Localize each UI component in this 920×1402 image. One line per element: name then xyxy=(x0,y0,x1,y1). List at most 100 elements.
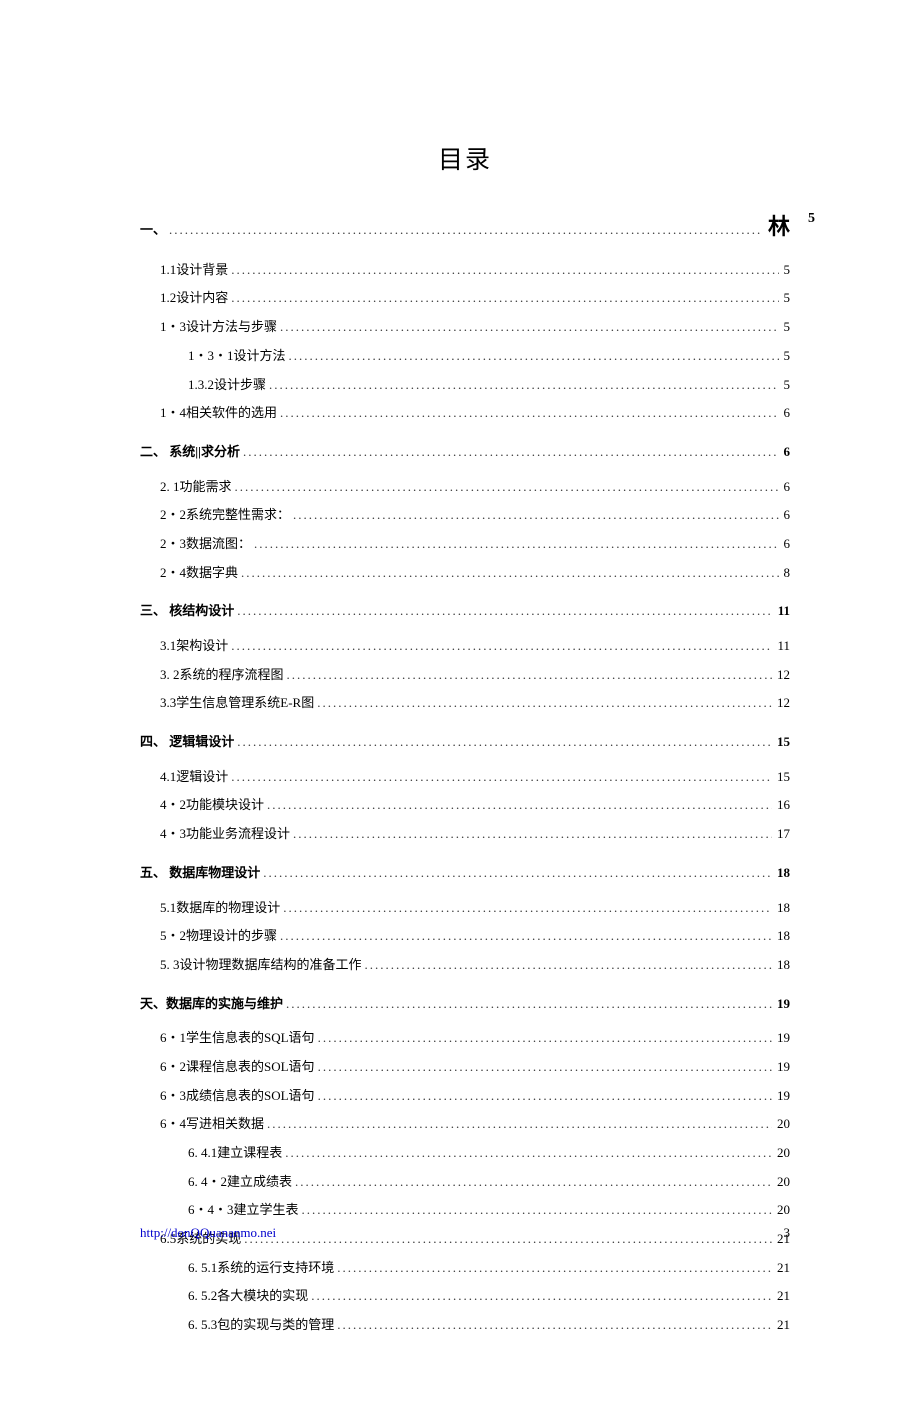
toc-entry: 1.3.2设计步骤 5 xyxy=(140,373,790,398)
toc-entry-label: 五、 数据库物理设计 xyxy=(140,861,260,886)
toc-entry: 2・2系统完整性需求：6 xyxy=(140,503,790,528)
toc-entry-label: 6・4写进相关数据 xyxy=(160,1112,264,1137)
toc-entry-page: 19 xyxy=(775,1055,790,1080)
toc-entry: 6. 4・2建立成绩表 20 xyxy=(140,1170,790,1195)
toc-entry-extra-page: 5 xyxy=(808,206,815,233)
toc-leader-dots xyxy=(289,344,779,369)
toc-leader-dots xyxy=(286,992,772,1017)
toc-leader-dots xyxy=(337,1256,772,1281)
toc-entry-label: 3. 2系统的程序流程图 xyxy=(160,663,284,688)
toc-entry: 1.1设计背景 5 xyxy=(140,258,790,283)
toc-entry-label: 4・2功能模块设计 xyxy=(160,793,264,818)
toc-entry-label: 6・4・3建立学生表 xyxy=(188,1198,299,1223)
toc-entry-page: 11 xyxy=(775,634,790,659)
toc-entry-label: 6. 5.1系统的运行支持环境 xyxy=(188,1256,334,1281)
toc-entry-page: 19 xyxy=(775,1084,790,1109)
toc-entry-label: 天、数据库的实施与维护 xyxy=(140,992,283,1017)
toc-entry: 3.3学生信息管理系统E-R图12 xyxy=(140,691,790,716)
toc-entry-page: 17 xyxy=(775,822,790,847)
toc-leader-dots xyxy=(285,1141,772,1166)
toc-entry-label: 2・4数据字典 xyxy=(160,561,238,586)
toc-entry-label: 6. 4・2建立成绩表 xyxy=(188,1170,292,1195)
toc-entry: 6. 4.1建立课程表20 xyxy=(140,1141,790,1166)
toc-entry-page: 5 xyxy=(782,373,791,398)
toc-entry: 6・2课程信息表的SOL语句19 xyxy=(140,1055,790,1080)
toc-entry: 6. 5.2各大模块的实现21 xyxy=(140,1284,790,1309)
toc-entry: 6. 5.1系统的运行支持环境 21 xyxy=(140,1256,790,1281)
toc-entry: 2・3数据流图： 6 xyxy=(140,532,790,557)
toc-entry-page: 6 xyxy=(782,532,791,557)
toc-entry: 1・3・1设计方法 5 xyxy=(140,344,790,369)
toc-leader-dots xyxy=(280,315,778,340)
toc-entry-page: 21 xyxy=(775,1256,790,1281)
document-page: 目录 一、林51.1设计背景51.2设计内容51・3设计方法与步骤51・3・1设… xyxy=(0,0,920,1402)
toc-entry: 4・2功能模块设计 16 xyxy=(140,793,790,818)
toc-entry-label: 1・3・1设计方法 xyxy=(188,344,286,369)
toc-entry-label: 1.3.2设计步骤 xyxy=(188,373,266,398)
toc-title: 目录 xyxy=(140,140,790,176)
toc-entry-label: 3.3学生信息管理系统E-R图 xyxy=(160,691,314,716)
toc-entry: 5・2物理设计的步骤18 xyxy=(140,924,790,949)
toc-leader-dots xyxy=(235,475,779,500)
toc-entry-page: 18 xyxy=(775,861,790,886)
toc-entry-page: 5 xyxy=(782,258,791,283)
toc-entry-page: 20 xyxy=(775,1198,790,1223)
toc-leader-dots xyxy=(287,663,772,688)
toc-leader-dots xyxy=(283,896,772,921)
toc-entry: 1.2设计内容5 xyxy=(140,286,790,311)
footer-page-number: 3 xyxy=(784,1225,791,1241)
toc-entry-label: 5. 3设计物理数据库结构的准备工作 xyxy=(160,953,362,978)
toc-entry-label: 4・3功能业务流程设计 xyxy=(160,822,290,847)
toc-entry-page: 6 xyxy=(782,401,791,426)
toc-entry: 1・4相关软件的选用6 xyxy=(140,401,790,426)
toc-entry: 6・4写进相关数据20 xyxy=(140,1112,790,1137)
toc-entry-page: 18 xyxy=(775,896,790,921)
footer-link[interactable]: http://donQQuananmo.nei xyxy=(140,1225,276,1241)
toc-entry-page: 16 xyxy=(775,793,790,818)
toc-entry: 一、林5 xyxy=(140,206,790,248)
toc-entry-label: 四、 逻辑辑设计 xyxy=(140,730,234,755)
toc-leader-dots xyxy=(317,691,772,716)
toc-leader-dots xyxy=(337,1313,772,1338)
toc-entry-page: 5 xyxy=(782,344,791,369)
toc-leader-dots xyxy=(302,1198,772,1223)
toc-entry-page: 18 xyxy=(775,953,790,978)
toc-leader-dots xyxy=(231,286,778,311)
toc-leader-dots xyxy=(241,561,778,586)
toc-entry-label: 2・2系统完整性需求： xyxy=(160,503,290,528)
toc-entry-label: 一、 xyxy=(140,218,166,243)
toc-entry: 5.1数据库的物理设计18 xyxy=(140,896,790,921)
toc-entry-label: 2・3数据流图： xyxy=(160,532,251,557)
toc-leader-dots xyxy=(237,730,772,755)
toc-entry: 3.1架构设计11 xyxy=(140,634,790,659)
toc-entry-page: 15 xyxy=(775,730,790,755)
toc-entry: 2・4数据字典8 xyxy=(140,561,790,586)
toc-entry-page: 20 xyxy=(775,1170,790,1195)
toc-entry-page: 19 xyxy=(775,992,790,1017)
toc-leader-dots xyxy=(231,634,772,659)
toc-entry-label: 三、 核结构设计 xyxy=(140,599,234,624)
toc-entry-page: 11 xyxy=(776,599,790,624)
toc-leader-dots xyxy=(231,765,772,790)
toc-leader-dots xyxy=(169,218,761,243)
toc-entry-label: 5・2物理设计的步骤 xyxy=(160,924,277,949)
toc-leader-dots xyxy=(295,1170,772,1195)
toc-entry-page: 6 xyxy=(782,440,791,465)
toc-leader-dots xyxy=(237,599,772,624)
toc-entry: 4・3功能业务流程设计 17 xyxy=(140,822,790,847)
toc-entry-page: 21 xyxy=(775,1313,790,1338)
toc-entry-label: 1・3设计方法与步骤 xyxy=(160,315,277,340)
toc-leader-dots xyxy=(293,822,772,847)
toc-entry-label: 1.1设计背景 xyxy=(160,258,228,283)
toc-entry: 三、 核结构设计 11 xyxy=(140,599,790,624)
toc-entry-page: 15 xyxy=(775,765,790,790)
toc-entry-label: 6・1学生信息表的SQL语句 xyxy=(160,1026,315,1051)
toc-leader-dots xyxy=(365,953,772,978)
toc-entry-label: 4.1逻辑设计 xyxy=(160,765,228,790)
toc-leader-dots xyxy=(267,1112,772,1137)
toc-leader-dots xyxy=(318,1026,772,1051)
toc-entry-label: 6. 4.1建立课程表 xyxy=(188,1141,282,1166)
toc-leader-dots xyxy=(311,1284,772,1309)
toc-entry: 6・4・3建立学生表 20 xyxy=(140,1198,790,1223)
toc-leader-dots xyxy=(293,503,778,528)
